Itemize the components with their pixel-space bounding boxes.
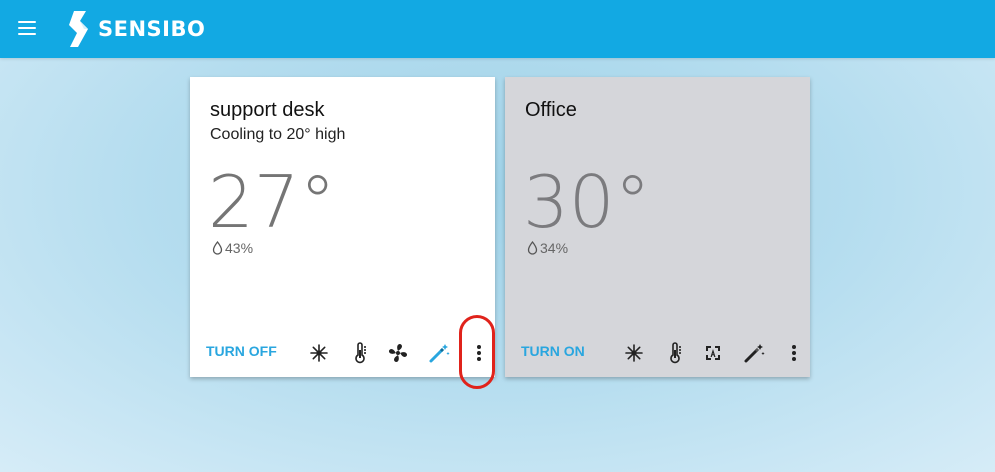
turn-off-button[interactable]: TURN OFF	[206, 343, 277, 359]
room-temperature: 27°	[208, 160, 336, 244]
humidity-readout: 43%	[212, 240, 253, 256]
hamburger-menu-icon[interactable]	[18, 18, 38, 38]
droplet-icon	[527, 241, 538, 255]
turn-on-button[interactable]: TURN ON	[521, 343, 585, 359]
sensibo-logo[interactable]: SENSIBO	[66, 9, 205, 49]
snowflake-icon[interactable]	[623, 342, 645, 364]
annotation-highlight	[459, 315, 495, 389]
humidity-value: 43%	[225, 240, 254, 256]
magic-wand-icon[interactable]	[743, 342, 765, 364]
more-options-icon[interactable]	[788, 341, 800, 365]
device-card-office[interactable]: Office 30° 34% TURN ON	[505, 77, 810, 377]
device-name: Office	[525, 99, 577, 121]
humidity-value: 34%	[540, 240, 569, 256]
fan-auto-icon[interactable]	[702, 342, 724, 364]
thermometer-icon[interactable]	[664, 342, 686, 364]
room-temperature: 30°	[523, 160, 651, 244]
sensibo-logo-mark-icon	[69, 11, 88, 47]
device-name: support desk	[210, 99, 325, 121]
brand-name: SENSIBO	[98, 17, 206, 41]
fan-icon[interactable]	[387, 342, 409, 364]
top-app-bar: SENSIBO	[0, 0, 995, 58]
device-card-support-desk[interactable]: support desk Cooling to 20° high 27° 43%…	[190, 77, 495, 377]
thermometer-icon[interactable]	[349, 342, 371, 364]
droplet-icon	[212, 241, 223, 255]
magic-wand-icon[interactable]	[428, 342, 450, 364]
device-status: Cooling to 20° high	[210, 126, 346, 143]
humidity-readout: 34%	[527, 240, 568, 256]
snowflake-icon[interactable]	[308, 342, 330, 364]
